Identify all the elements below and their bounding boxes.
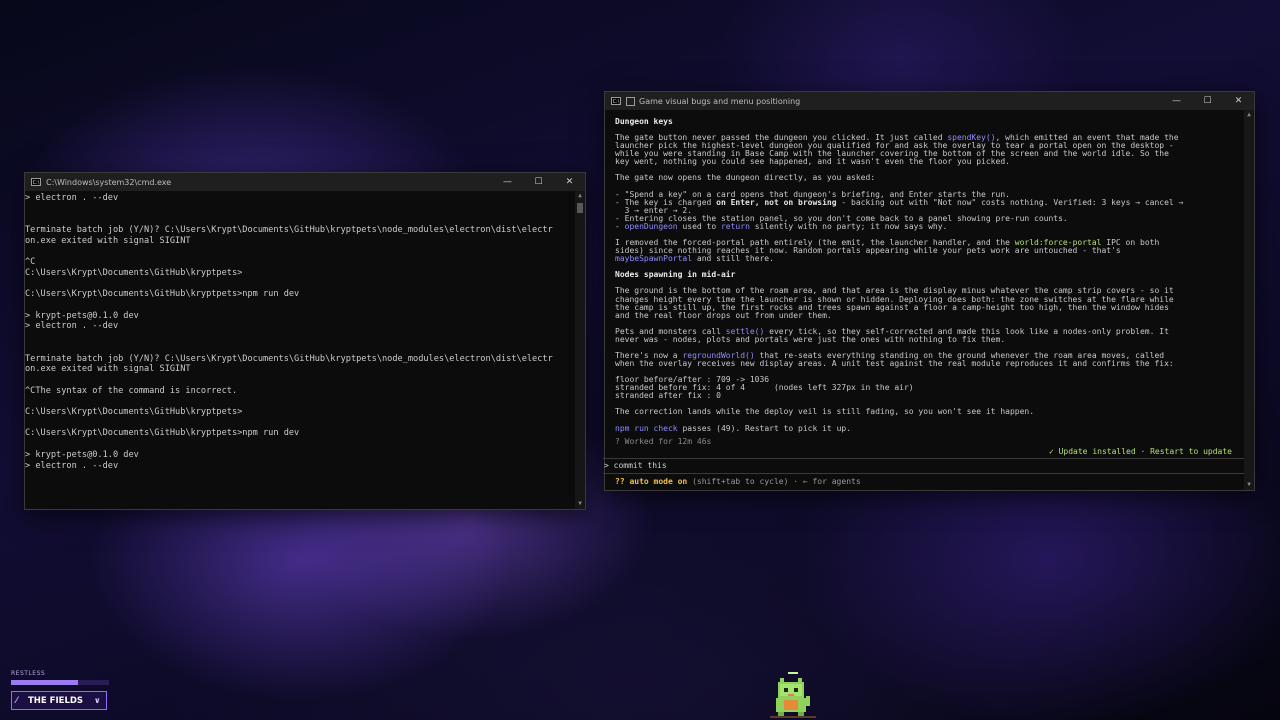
status-label: RESTLESS xyxy=(11,670,46,677)
cmd-window-title: C:\Windows\system32\cmd.exe xyxy=(46,177,172,187)
cmd-window[interactable]: C:\ C:\Windows\system32\cmd.exe — ☐ ✕ > … xyxy=(24,172,586,510)
terminal-titlebar[interactable]: C:\ Game visual bugs and menu positionin… xyxy=(605,92,1254,110)
update-status[interactable]: ✓ Update installed · Restart to update xyxy=(1049,447,1232,456)
chevron-down-icon: ∨ xyxy=(94,696,101,705)
terminal-app-icon: C:\ xyxy=(611,97,621,105)
terminal-content[interactable]: Dungeon keys The gate button never passe… xyxy=(603,110,1244,490)
cmd-titlebar[interactable]: C:\ C:\Windows\system32\cmd.exe — ☐ ✕ xyxy=(25,173,585,191)
restless-meter xyxy=(11,680,109,685)
text: passes (49). Restart to pick it up. xyxy=(677,423,852,433)
minimize-button[interactable]: — xyxy=(492,177,523,187)
paragraph: npm run check passes (49). Restart to pi… xyxy=(615,423,1244,433)
bold-text: on Enter, not on browsing xyxy=(716,197,837,207)
text: and still there. xyxy=(692,254,774,264)
paragraph: There's now a regroundWorld() that re-se… xyxy=(615,351,1244,368)
auto-mode-hint: (shift+tab to cycle) · ← for agents xyxy=(687,477,861,486)
close-button[interactable]: ✕ xyxy=(1223,96,1254,106)
prompt-input-row[interactable]: > commit this xyxy=(603,458,1244,474)
paragraph: The correction lands while the deploy ve… xyxy=(615,407,1035,417)
paragraph: Pets and monsters call settle() every ti… xyxy=(615,327,1244,344)
zone-select-button[interactable]: ⁄ THE FIELDS ∨ xyxy=(11,691,107,710)
zone-label: THE FIELDS xyxy=(28,695,84,706)
maximize-button[interactable]: ☐ xyxy=(523,177,554,187)
scroll-up-arrow-icon[interactable]: ▲ xyxy=(1244,110,1254,120)
scrollbar-thumb[interactable] xyxy=(577,203,583,213)
code-ref: maybeSpawnPortal xyxy=(615,254,693,264)
worked-duration: ? Worked for 12m 46s xyxy=(615,437,712,446)
heading-dungeon-keys: Dungeon keys xyxy=(615,117,673,126)
paragraph: The ground is the bottom of the roam are… xyxy=(615,286,1174,320)
heading-nodes-spawning: Nodes spawning in mid-air xyxy=(615,270,736,280)
cmd-output-text: > electron . --dev Terminate batch job (… xyxy=(25,193,553,471)
code-block: floor before/after : 709 -> 1036 strande… xyxy=(615,375,914,401)
text: silently with no party; it now says why. xyxy=(749,221,948,231)
minimize-button[interactable]: — xyxy=(1161,96,1192,106)
prompt-input[interactable]: commit this xyxy=(614,461,667,470)
terminal-window-title: Game visual bugs and menu positioning xyxy=(639,96,801,106)
prompt-caret-icon: > xyxy=(604,461,609,470)
terminal-window[interactable]: C:\ Game visual bugs and menu positionin… xyxy=(603,91,1255,491)
auto-mode-status[interactable]: ?? auto mode on (shift+tab to cycle) · ←… xyxy=(615,477,861,486)
pet-sprite[interactable] xyxy=(770,672,816,718)
paragraph: The gate button never passed the dungeon… xyxy=(615,134,1244,166)
paragraph: The gate now opens the dungeon directly,… xyxy=(615,173,876,183)
text: - xyxy=(615,221,625,231)
scroll-down-arrow-icon[interactable]: ▼ xyxy=(1244,480,1254,490)
tab-icon xyxy=(626,96,635,106)
auto-mode-label: ?? auto mode on xyxy=(615,477,688,486)
restless-meter-fill xyxy=(11,680,78,685)
code-ref: npm run check xyxy=(615,423,678,433)
terminal-scrollbar[interactable]: ▲ ▼ xyxy=(1244,110,1254,490)
close-button[interactable]: ✕ xyxy=(554,177,585,187)
bullet-list: - "Spend a key" on a card opens that dun… xyxy=(615,190,1244,231)
flare-icon: ⁄ xyxy=(16,695,18,706)
scroll-down-arrow-icon[interactable]: ▼ xyxy=(575,499,585,509)
code-ref: openDungeon xyxy=(624,221,678,231)
scroll-up-arrow-icon[interactable]: ▲ xyxy=(575,191,585,201)
cmd-app-icon: C:\ xyxy=(31,178,41,186)
text: used to xyxy=(677,221,721,231)
paragraph: I removed the forced-portal path entirel… xyxy=(615,238,1244,264)
cmd-scrollbar[interactable]: ▲ ▼ xyxy=(575,191,585,509)
cmd-output[interactable]: > electron . --dev Terminate batch job (… xyxy=(25,191,575,509)
code-ref: return xyxy=(720,221,750,231)
maximize-button[interactable]: ☐ xyxy=(1192,96,1223,106)
